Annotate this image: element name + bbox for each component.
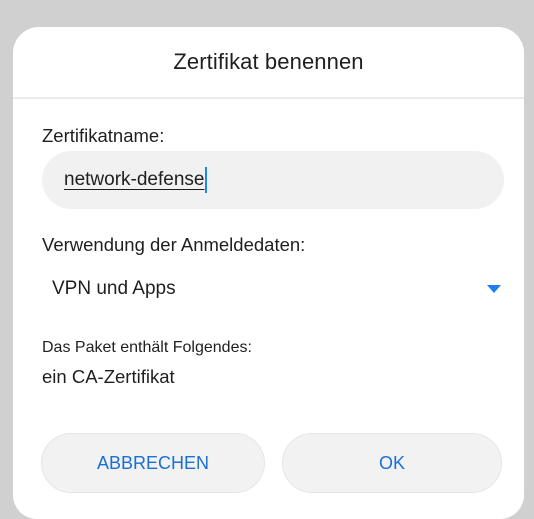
dropdown-arrow-icon	[487, 285, 501, 293]
dialog-title: Zertifikat benennen	[173, 49, 364, 74]
certificate-name-value: network-defense	[64, 169, 205, 190]
title-divider	[13, 97, 524, 99]
credential-usage-label: Verwendung der Anmeldedaten:	[42, 234, 306, 255]
certificate-name-input[interactable]: network-defense	[42, 151, 504, 209]
certificate-name-label: Zertifikatname:	[42, 125, 165, 146]
cancel-button[interactable]: ABBRECHEN	[41, 433, 265, 493]
package-contents-value: ein CA-Zertifikat	[42, 366, 175, 387]
name-certificate-dialog: Zertifikat benennen Zertifikatname: netw…	[13, 27, 524, 519]
credential-usage-dropdown[interactable]: VPN und Apps	[42, 264, 504, 314]
package-contents-label: Das Paket enthält Folgendes:	[42, 339, 252, 356]
screen-backdrop: Zertifikat benennen Zertifikatname: netw…	[0, 0, 534, 519]
ok-button[interactable]: OK	[282, 433, 502, 493]
credential-usage-value: VPN und Apps	[52, 278, 176, 299]
text-cursor	[205, 167, 208, 193]
